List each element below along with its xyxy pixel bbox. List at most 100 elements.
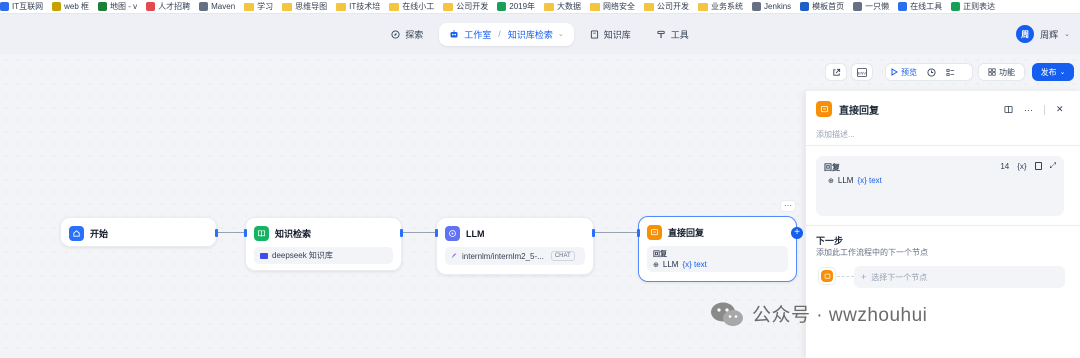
bookmark-item[interactable]: 2019年 — [497, 1, 535, 12]
more-icon[interactable]: ··· — [1024, 105, 1033, 115]
edge-start-kb — [218, 232, 245, 233]
bookmark-label: IT技术培 — [349, 2, 381, 11]
checklist-icon — [946, 68, 955, 76]
bookmark-item[interactable]: 在线小工 — [389, 1, 434, 12]
bookmark-item[interactable]: IT互联网 — [0, 1, 43, 12]
expand-icon[interactable]: ⤢ — [1050, 161, 1056, 171]
panel-title[interactable]: 直接回复 — [839, 102, 879, 117]
bookmark-item[interactable]: Jenkins — [752, 2, 791, 11]
reply-editor[interactable]: 回复 14 {x} ⤢ ⊕ LLM {x} text — [816, 156, 1064, 216]
clock-icon — [927, 67, 936, 77]
node-direct-reply[interactable]: 直接回复 回复 ⊕ LLM {x} text + — [637, 216, 803, 282]
favicon-icon — [800, 2, 810, 11]
output-handle[interactable] — [215, 229, 218, 237]
tab-studio[interactable]: 工作室 / 知识库检索 ⌄ — [439, 22, 574, 46]
watermark-text: 公众号 · wwzhouhui — [752, 305, 928, 326]
bookmark-item[interactable]: 大数据 — [544, 1, 581, 12]
next-step-title: 下一步 — [816, 236, 844, 246]
external-link-icon — [832, 68, 840, 76]
description-input[interactable]: 添加描述... — [816, 129, 855, 140]
node-knowledge-retrieval[interactable]: 知识检索 deepseek 知识库 — [244, 217, 403, 271]
insert-variable-button[interactable]: {x} — [1017, 162, 1026, 171]
node-more-button[interactable]: ··· — [780, 200, 796, 212]
bookmark-item[interactable]: 业务系统 — [698, 1, 743, 12]
tab-explore[interactable]: 探索 — [381, 23, 433, 46]
favicon-icon — [752, 2, 762, 11]
bookmark-item[interactable]: 地图 - v — [98, 1, 137, 12]
publish-label: 发布 — [1040, 67, 1057, 77]
reply-icon — [647, 225, 662, 240]
node-llm-title: LLM — [466, 228, 485, 239]
output-handle[interactable] — [592, 229, 595, 237]
char-count: 14 — [1000, 161, 1010, 171]
select-next-node-button[interactable]: + 选择下一个节点 — [854, 266, 1065, 288]
bookmark-item[interactable]: 人才招聘 — [146, 1, 190, 12]
node-llm[interactable]: LLM internlm/internlm2_5-... CHAT — [435, 217, 595, 275]
chevron-down-icon: ⌄ — [1064, 31, 1070, 38]
robot-icon — [450, 30, 458, 38]
input-handle[interactable] — [435, 229, 438, 237]
bookmark-item[interactable]: 公司开发 — [443, 1, 488, 12]
node-start[interactable]: 开始 — [60, 217, 218, 247]
node-reply-title: 直接回复 — [668, 228, 705, 238]
tab-knowledge-label: 知识库 — [603, 29, 631, 40]
bookmark-item[interactable]: 网络安全 — [590, 1, 635, 12]
connector-line — [837, 276, 854, 277]
folder-icon — [336, 2, 347, 11]
bookmark-label: Maven — [211, 2, 236, 11]
bookmark-label: 地图 - v — [110, 2, 138, 11]
bookmark-item[interactable]: IT技术培 — [336, 1, 380, 12]
chevron-down-icon[interactable]: ⌄ — [558, 30, 564, 38]
bookmark-item[interactable]: 公司开发 — [644, 1, 689, 12]
input-handle[interactable] — [244, 229, 247, 237]
bookmark-label: web 框 — [64, 2, 90, 11]
close-icon[interactable]: ✕ — [1056, 104, 1064, 115]
app-name-label[interactable]: 知识库检索 — [508, 28, 553, 41]
bookmark-item[interactable]: 模板首页 — [800, 1, 844, 12]
tab-tools[interactable]: 工具 — [647, 23, 699, 46]
tab-knowledge[interactable]: 知识库 — [580, 23, 641, 46]
model-name: internlm/internlm2_5-... — [462, 251, 544, 261]
watermark: 公众号 · wwzhouhui — [710, 300, 927, 327]
bookmark-item[interactable]: 思维导图 — [282, 1, 327, 12]
bookmark-item[interactable]: Maven — [199, 2, 235, 11]
bookmark-label: 业务系统 — [711, 2, 744, 11]
plus-icon: + — [861, 272, 867, 282]
folder-icon — [698, 2, 709, 11]
variable-name: {x} text — [682, 260, 707, 269]
add-node-plus-icon[interactable]: + — [791, 227, 803, 239]
book-open-icon[interactable] — [1004, 105, 1013, 114]
env-button[interactable]: ENV — [851, 63, 873, 81]
input-handle[interactable] — [637, 229, 640, 237]
bookmark-item[interactable]: 学习 — [244, 1, 273, 12]
copy-icon[interactable] — [1034, 162, 1042, 170]
bookmark-item[interactable]: web 框 — [52, 1, 89, 12]
folder-icon — [389, 2, 400, 11]
svg-text:ENV: ENV — [858, 70, 867, 75]
share-button[interactable] — [825, 63, 847, 81]
bookmark-item[interactable]: 正则表达 — [951, 1, 995, 12]
folder-icon — [644, 2, 655, 11]
variable-name: {x} text — [857, 176, 882, 185]
history-button[interactable] — [922, 64, 941, 80]
bookmark-label: 正则表达 — [963, 2, 996, 11]
variable-source: LLM — [837, 176, 854, 185]
checklist-button[interactable] — [941, 64, 960, 80]
user-menu[interactable]: 周 周辉 ⌄ — [1016, 25, 1070, 43]
output-handle[interactable] — [400, 229, 403, 237]
bookmark-item[interactable]: 在线工具 — [898, 1, 942, 12]
current-node-icon — [818, 267, 836, 285]
publish-button[interactable]: 发布 ⌄ — [1032, 63, 1074, 81]
favicon-icon — [497, 2, 507, 11]
variable-source: LLM — [662, 260, 679, 269]
reply-icon — [816, 101, 832, 117]
node-kb-title: 知识检索 — [275, 229, 312, 239]
features-button[interactable]: 功能 — [978, 63, 1025, 81]
folder-icon — [443, 2, 454, 11]
model-provider-icon — [451, 253, 457, 259]
folder-icon — [282, 2, 293, 11]
bookmark-item[interactable]: 一只懒 — [853, 1, 889, 12]
avatar: 周 — [1016, 25, 1035, 43]
bookmark-label: 大数据 — [557, 2, 582, 11]
preview-button[interactable]: 预览 — [886, 64, 922, 80]
